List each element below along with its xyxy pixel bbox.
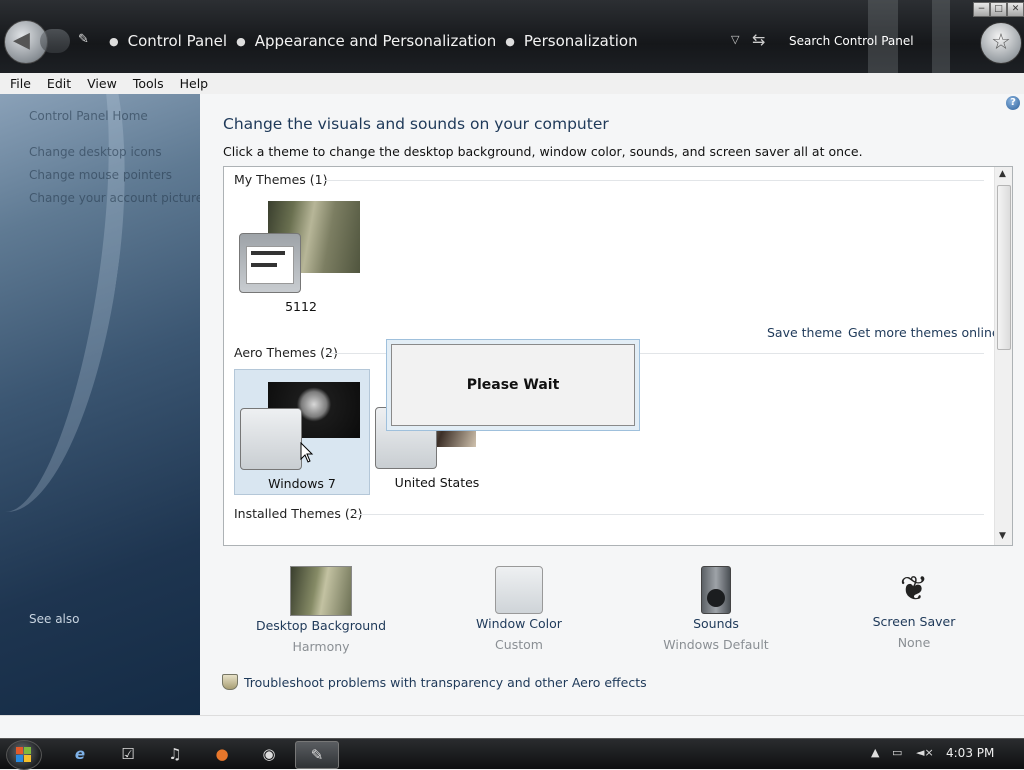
menu-edit[interactable]: Edit: [37, 73, 77, 94]
window-preview-inner: [246, 246, 294, 284]
help-icon[interactable]: ?: [1006, 96, 1020, 110]
clock[interactable]: 4:03 PM: [946, 746, 994, 760]
theme-window-preview: [239, 233, 301, 293]
setting-title: Window Color: [476, 616, 562, 631]
forward-button[interactable]: [40, 29, 70, 53]
theme-label: United States: [394, 475, 480, 490]
window-color-setting[interactable]: Window Color Custom: [439, 566, 599, 652]
network-icon[interactable]: ▭: [892, 746, 902, 759]
sidebar-link-account-picture[interactable]: Change your account picture: [29, 191, 200, 205]
sidebar-link-desktop-icons[interactable]: Change desktop icons: [29, 145, 162, 159]
page-title: Change the visuals and sounds on your co…: [223, 115, 609, 133]
refresh-icon[interactable]: ⇆: [752, 30, 765, 49]
star-orb-icon[interactable]: ☆: [980, 22, 1022, 64]
breadcrumb-separator: ●: [505, 35, 515, 48]
get-more-themes-link[interactable]: Get more themes online: [848, 325, 1000, 340]
group-my-themes: My Themes (1): [234, 172, 328, 187]
theme-window-preview: [240, 408, 302, 470]
control-panel-taskbar-icon: ✎: [310, 746, 324, 764]
dialog-message: Please Wait: [466, 377, 560, 393]
start-button[interactable]: [6, 740, 42, 770]
wallpaper-icon: [290, 566, 352, 616]
close-button[interactable]: ✕: [1007, 2, 1024, 17]
breadcrumb-appearance[interactable]: Appearance and Personalization: [255, 32, 497, 51]
breadcrumb-control-panel[interactable]: Control Panel: [128, 32, 227, 51]
show-hidden-icons[interactable]: ▲: [871, 746, 879, 759]
menu-help[interactable]: Help: [170, 73, 215, 94]
see-also-label: See also: [29, 612, 80, 626]
sounds-setting[interactable]: Sounds Windows Default: [636, 566, 796, 652]
title-bar: ◀ ✎ ● Control Panel ● Appearance and Per…: [0, 0, 1024, 73]
speaker-cone: [707, 589, 725, 607]
dialog-body: Please Wait: [391, 344, 635, 426]
breadcrumb-separator: ●: [109, 35, 119, 48]
breadcrumb-separator: ●: [236, 35, 246, 48]
troubleshoot-label: Troubleshoot problems with transparency …: [244, 674, 647, 690]
chrome-icon[interactable]: ◉: [259, 744, 279, 764]
tasks-checkbox-icon[interactable]: ☑: [118, 744, 138, 764]
mouse-cursor-icon: [300, 442, 314, 463]
group-aero-themes: Aero Themes (2): [234, 345, 338, 360]
theme-list-scrollbar[interactable]: ▲ ▼: [994, 167, 1012, 545]
group-installed-themes: Installed Themes (2): [234, 506, 363, 521]
screen-saver-setting[interactable]: ❦ Screen Saver None: [834, 566, 994, 650]
sidebar-link-mouse-pointers[interactable]: Change mouse pointers: [29, 168, 172, 182]
group-divider: [352, 514, 984, 515]
sidebar: Control Panel Home Change desktop icons …: [0, 94, 200, 715]
back-arrow-icon: ◀: [13, 28, 30, 53]
theme-label: 5112: [285, 299, 317, 314]
firefox-icon[interactable]: ●: [212, 744, 232, 764]
title-stripe: [932, 0, 950, 73]
setting-value: Custom: [495, 637, 543, 652]
taskbar: e ☑ ♫ ● ◉ ✎ ▲ ▭ ◄× 4:03 PM: [0, 738, 1024, 770]
setting-value: Harmony: [292, 639, 350, 654]
status-strip: [0, 715, 1024, 739]
save-theme-link[interactable]: Save theme: [767, 325, 842, 340]
scrollbar-thumb[interactable]: [997, 185, 1011, 350]
speaker-icon: [701, 566, 731, 614]
address-dropdown-icon[interactable]: ▽: [731, 33, 739, 46]
sidebar-link-home[interactable]: Control Panel Home: [29, 109, 148, 123]
search-input[interactable]: Search Control Panel: [785, 30, 919, 52]
shield-icon: [222, 674, 238, 690]
setting-value: None: [897, 635, 931, 650]
page-subtitle: Click a theme to change the desktop back…: [223, 144, 863, 159]
menu-file[interactable]: File: [0, 73, 37, 94]
desktop-background-setting[interactable]: Desktop Background Harmony: [241, 566, 401, 654]
setting-title: Screen Saver: [872, 614, 956, 629]
control-panel-icon: ✎: [78, 32, 89, 47]
maximize-button[interactable]: □: [990, 2, 1007, 17]
setting-title: Sounds: [693, 616, 739, 631]
menu-bar: File Edit View Tools Help: [0, 73, 1024, 94]
theme-tile-windows7[interactable]: Windows 7: [234, 369, 370, 495]
screen-saver-icon: ❦: [899, 569, 929, 609]
music-icon[interactable]: ♫: [165, 744, 185, 764]
troubleshoot-link[interactable]: Troubleshoot problems with transparency …: [222, 674, 647, 690]
group-divider: [324, 180, 984, 181]
control-panel-taskbar-button[interactable]: ✎: [295, 741, 339, 769]
menu-tools[interactable]: Tools: [123, 73, 170, 94]
setting-title: Desktop Background: [255, 618, 387, 633]
windows-logo-icon: [16, 747, 31, 762]
menu-view[interactable]: View: [77, 73, 123, 94]
internet-explorer-icon[interactable]: e: [70, 744, 90, 764]
preview-bar: [251, 263, 277, 267]
volume-icon[interactable]: ◄×: [916, 746, 934, 759]
scroll-up-icon[interactable]: ▲: [999, 169, 1006, 179]
minimize-button[interactable]: −: [973, 2, 990, 17]
theme-tile-custom[interactable]: 5112: [234, 191, 368, 315]
preview-bar: [251, 251, 285, 255]
window-color-icon: [495, 566, 543, 614]
please-wait-dialog: Please Wait: [386, 339, 640, 431]
scroll-down-icon[interactable]: ▼: [999, 531, 1006, 541]
breadcrumb-personalization[interactable]: Personalization: [524, 32, 638, 51]
theme-label: Windows 7: [268, 476, 336, 491]
setting-value: Windows Default: [663, 637, 769, 652]
breadcrumb: ● Control Panel ● Appearance and Persona…: [100, 32, 638, 51]
